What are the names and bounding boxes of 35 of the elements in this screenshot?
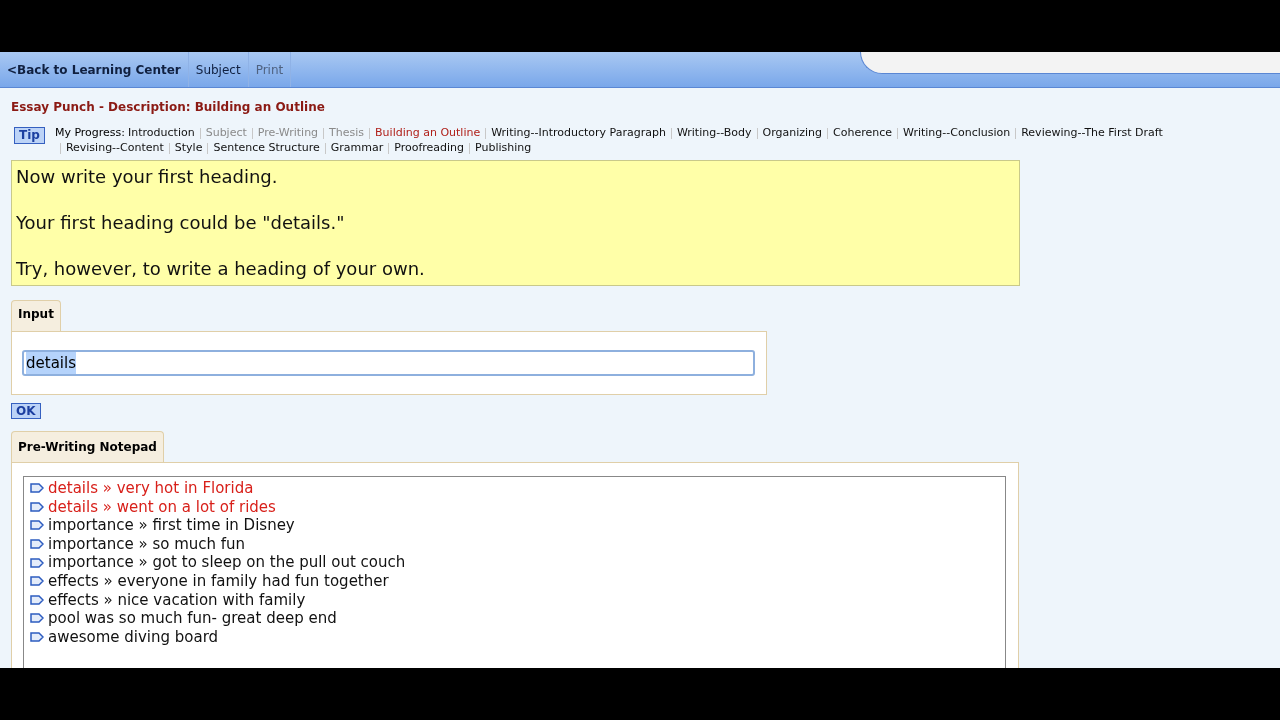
instruction-text: Your first heading could be "details." [16,211,346,235]
progress-step[interactable]: Building an Outline [375,126,481,140]
tag-icon [30,632,44,643]
instruction-text: Try, however, to write a heading of your own. [16,257,426,281]
ok-button[interactable]: OK [11,403,41,419]
answer-field[interactable]: details [22,350,755,376]
progress-step[interactable]: Coherence [833,126,893,140]
progress-step[interactable]: Grammar [330,141,384,155]
tip-badge[interactable]: Tip [14,127,45,144]
tag-icon [30,483,44,494]
progress-step[interactable]: Reviewing--The First Draft [1021,126,1163,140]
progress-step[interactable]: Revising--Content [65,141,164,155]
tag-icon [30,520,44,531]
tag-icon [30,501,44,512]
progress-step[interactable]: Proofreading [394,141,465,155]
input-tab[interactable]: Input [11,300,61,331]
nav-button[interactable]: Subject [188,52,249,87]
progress-step[interactable]: Writing--Body [676,126,752,140]
progress-label: My Progress: [54,126,126,140]
progress-step[interactable]: Introduction [128,126,195,140]
tag-icon [30,539,44,550]
tag-icon [30,594,44,605]
notepad-tab[interactable]: Pre-Writing Notepad [11,431,164,462]
page-title: Essay Punch - Description: Building an Outline [11,99,326,116]
progress-step[interactable]: Organizing [762,126,823,140]
tag-icon [30,557,44,568]
tag-icon [30,613,44,624]
progress-step[interactable]: Publishing [475,141,532,155]
instruction-text: Now write your first heading. [16,165,279,189]
tag-icon [30,576,44,587]
progress-step[interactable]: Writing--Conclusion [903,126,1011,140]
nav-button[interactable]: <Back to Learning Center [0,52,189,87]
progress-step[interactable]: Style [174,141,203,155]
progress-step[interactable]: Writing--Introductory Paragraph [491,126,666,140]
progress-step[interactable]: Sentence Structure [213,141,320,155]
